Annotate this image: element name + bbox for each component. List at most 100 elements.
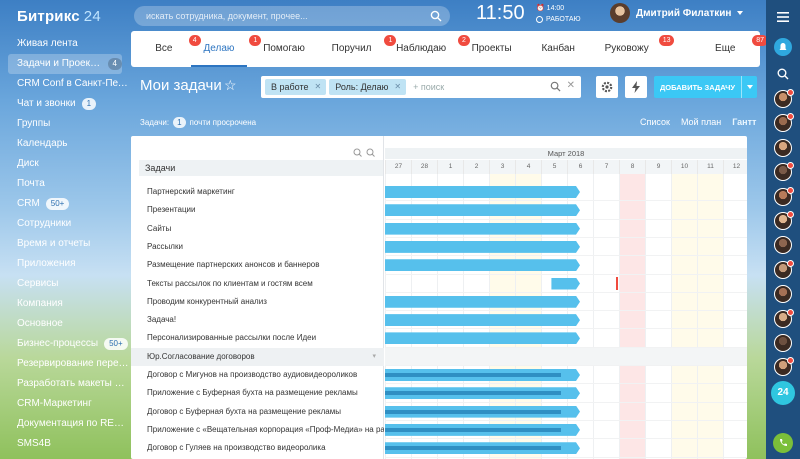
filter-chip-role[interactable]: Роль: Делаю ✕ (329, 79, 407, 95)
contact-avatar[interactable] (774, 357, 794, 377)
task-bar[interactable] (385, 442, 580, 454)
deadline-marker[interactable] (616, 276, 619, 290)
settings-button[interactable] (596, 76, 618, 98)
sidebar-item[interactable]: Сотрудники (0, 214, 130, 234)
task-bar[interactable] (385, 296, 580, 308)
task-bar[interactable] (385, 332, 580, 344)
global-search-input[interactable] (134, 6, 414, 26)
close-icon[interactable]: ✕ (394, 79, 401, 95)
task-row[interactable]: Договор с Гуляев на производство видеоро… (131, 439, 384, 457)
contact-avatar[interactable] (774, 308, 794, 328)
clock[interactable]: 11:50 (476, 2, 525, 25)
sidebar-item[interactable]: Время и отчеты (0, 234, 130, 254)
logo[interactable]: Битрикс 24 (17, 8, 101, 25)
task-row[interactable]: Приложение с «Вещательная корпорация «Пр… (131, 421, 384, 439)
task-bar[interactable] (385, 369, 580, 381)
menu-icon[interactable] (773, 7, 793, 27)
tab[interactable]: Поручил 1 (321, 31, 397, 67)
sidebar-item[interactable]: Основное (0, 314, 130, 334)
task-row[interactable]: Сайты (131, 220, 384, 238)
task-bar[interactable] (385, 223, 580, 235)
zoom-icons[interactable] (353, 148, 377, 158)
task-row[interactable]: Договор с Мигунов на производство аудиов… (131, 366, 384, 384)
tab[interactable]: Еще 87 (690, 31, 768, 67)
global-search[interactable] (134, 6, 450, 26)
sidebar-item[interactable]: Разработать макеты для ... (0, 374, 130, 394)
user-menu[interactable]: Дмитрий Филаткин (610, 3, 744, 23)
task-bar[interactable] (385, 314, 580, 326)
search-icon[interactable] (550, 81, 561, 92)
tab[interactable]: Помогаю (251, 31, 317, 67)
task-bar[interactable] (385, 387, 580, 399)
work-status[interactable]: РАБОТАЮ (536, 16, 581, 23)
sidebar-item[interactable]: Приложения (0, 254, 130, 274)
contact-avatar[interactable] (774, 162, 794, 182)
task-row[interactable]: Персонализированные рассылки после Идеи (131, 329, 384, 347)
view-option[interactable]: Список (640, 117, 670, 127)
sidebar-item[interactable]: Живая лента (0, 34, 130, 54)
tab[interactable]: Проекты (460, 31, 524, 67)
sidebar-item[interactable]: SMS4B (0, 434, 130, 454)
task-row[interactable]: Приложение с Буферная бухта на размещени… (131, 384, 384, 402)
task-bar[interactable] (385, 424, 580, 436)
sidebar-item[interactable]: CRM 50+ (0, 194, 130, 214)
contact-avatar[interactable] (774, 211, 794, 230)
task-group-row[interactable]: Юр.Согласование договоров ▾ (131, 347, 384, 366)
sidebar-item[interactable]: CRM Conf в Санкт-Петер... (0, 74, 130, 94)
sidebar-item[interactable]: Документация по REST API (0, 414, 130, 434)
sidebar-item[interactable]: CRM-Маркетинг (0, 394, 130, 414)
contact-avatar[interactable] (774, 113, 794, 133)
sidebar-item[interactable]: Диск (0, 154, 130, 174)
task-row[interactable]: Тексты рассылок по клиентам и гостям все… (131, 275, 384, 293)
close-icon[interactable]: ✕ (315, 79, 322, 95)
search-icon[interactable] (430, 10, 442, 22)
view-option[interactable]: Гантт (732, 117, 756, 127)
sidebar-item[interactable]: Компания (0, 294, 130, 314)
notification-counter[interactable]: 24 (771, 381, 795, 405)
tab[interactable]: Все 4 (141, 31, 201, 67)
notification-bell-icon[interactable] (773, 37, 793, 57)
task-row[interactable]: Проводим конкурентный анализ (131, 293, 384, 311)
tab[interactable]: Руковожу 13 (593, 31, 675, 67)
task-bar[interactable] (385, 241, 580, 253)
tab[interactable]: Канбан (527, 31, 589, 67)
contact-avatar[interactable] (774, 285, 792, 304)
add-task-button[interactable]: ДОБАВИТЬ ЗАДАЧУ (654, 76, 757, 98)
contact-avatar[interactable] (774, 334, 792, 352)
task-row[interactable]: Партнерский маркетинг (131, 183, 384, 201)
phone-icon[interactable] (773, 433, 793, 453)
task-row[interactable]: Задача! (131, 311, 384, 329)
contact-avatar[interactable] (774, 236, 792, 255)
sidebar-item[interactable]: Сервисы (0, 274, 130, 294)
sidebar-item[interactable]: Задачи и Проекты 4 (8, 54, 122, 74)
tab[interactable]: Наблюдаю 2 (386, 31, 470, 67)
star-icon[interactable]: ☆ (224, 77, 237, 94)
sidebar-item[interactable]: Чат и звонки 1 (0, 94, 130, 114)
filter-search-input[interactable] (409, 82, 540, 92)
task-bar[interactable] (551, 278, 580, 290)
contact-avatar[interactable] (774, 89, 794, 108)
task-bar[interactable] (385, 259, 580, 271)
sidebar-item[interactable]: Почта (0, 174, 130, 194)
filter-field[interactable]: В работе✕ Роль: Делаю✕ ✕ (261, 76, 581, 98)
task-row[interactable]: Презентации (131, 201, 384, 219)
task-bar[interactable] (385, 186, 580, 198)
search-icon[interactable] (773, 64, 793, 84)
automation-button[interactable] (625, 76, 647, 98)
sidebar-item[interactable]: Группы (0, 114, 130, 134)
sidebar-item[interactable]: Резервирование перего... (0, 354, 130, 374)
contact-avatar[interactable] (774, 186, 794, 206)
task-row[interactable]: Рассылки (131, 238, 384, 256)
clear-icon[interactable]: ✕ (567, 80, 575, 91)
sidebar-item[interactable]: Бизнес-процессы 50+ (0, 334, 130, 354)
sidebar-item[interactable]: Календарь (0, 134, 130, 154)
collapse-icon[interactable]: ▾ (372, 348, 376, 366)
task-bar[interactable] (385, 204, 580, 216)
task-row[interactable]: Размещение партнерских анонсов и баннеро… (131, 256, 384, 274)
contact-avatar[interactable] (774, 259, 794, 279)
overdue-counter[interactable]: 1 (173, 117, 186, 128)
task-bar[interactable] (385, 406, 580, 418)
contact-avatar[interactable] (774, 138, 792, 157)
filter-chip-status[interactable]: В работе ✕ (265, 79, 327, 95)
view-option[interactable]: Мой план (681, 117, 721, 127)
